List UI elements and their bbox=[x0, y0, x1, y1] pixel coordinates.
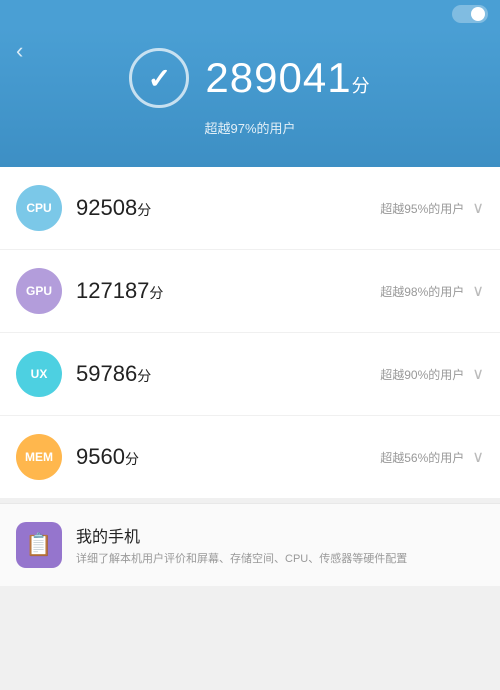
badge-cpu: CPU bbox=[16, 185, 62, 231]
chevron-icon-ux: ∨ bbox=[472, 364, 484, 384]
percentile-mem: 超越56%的用户 bbox=[380, 449, 464, 466]
back-button[interactable]: ‹ bbox=[16, 38, 23, 64]
phone-text: 我的手机 详细了解本机用户评价和屏幕、存储空间、CPU、传感器等硬件配置 bbox=[76, 523, 407, 568]
score-item-ux[interactable]: UX 59786分 超越90%的用户 ∨ bbox=[0, 333, 500, 416]
chevron-icon-mem: ∨ bbox=[472, 447, 484, 467]
toggle-knob bbox=[471, 7, 485, 21]
top-bar bbox=[0, 0, 500, 28]
score-item-cpu[interactable]: CPU 92508分 超越95%的用户 ∨ bbox=[0, 167, 500, 250]
score-row: ✓ 289041分 bbox=[129, 48, 370, 108]
check-icon: ✓ bbox=[148, 62, 171, 95]
score-value-cpu: 92508分 bbox=[76, 195, 370, 221]
badge-mem: MEM bbox=[16, 434, 62, 480]
score-unit: 分 bbox=[352, 76, 371, 96]
score-item-gpu[interactable]: GPU 127187分 超越98%的用户 ∨ bbox=[0, 250, 500, 333]
badge-ux: UX bbox=[16, 351, 62, 397]
score-subtitle: 超越97%的用户 bbox=[204, 118, 295, 137]
phone-icon-symbol: 📋 bbox=[25, 532, 52, 558]
score-value-gpu: 127187分 bbox=[76, 278, 370, 304]
theme-toggle[interactable] bbox=[452, 5, 488, 23]
score-list: CPU 92508分 超越95%的用户 ∨ GPU 127187分 超越98%的… bbox=[0, 167, 500, 499]
score-value-mem: 9560分 bbox=[76, 444, 370, 470]
percentile-cpu: 超越95%的用户 bbox=[380, 200, 464, 217]
percentile-ux: 超越90%的用户 bbox=[380, 366, 464, 383]
my-phone-title: 我的手机 bbox=[76, 523, 407, 547]
main-score-display: 289041分 bbox=[205, 54, 370, 102]
main-score-value: 289041 bbox=[205, 54, 351, 101]
score-item-mem[interactable]: MEM 9560分 超越56%的用户 ∨ bbox=[0, 416, 500, 499]
percentile-gpu: 超越98%的用户 bbox=[380, 283, 464, 300]
check-circle: ✓ bbox=[129, 48, 189, 108]
score-value-ux: 59786分 bbox=[76, 361, 370, 387]
my-phone-description: 详细了解本机用户评价和屏幕、存储空间、CPU、传感器等硬件配置 bbox=[76, 551, 407, 568]
badge-gpu: GPU bbox=[16, 268, 62, 314]
score-header: ‹ ✓ 289041分 超越97%的用户 bbox=[0, 28, 500, 167]
my-phone-section[interactable]: 📋 我的手机 详细了解本机用户评价和屏幕、存储空间、CPU、传感器等硬件配置 bbox=[0, 503, 500, 586]
phone-icon-badge: 📋 bbox=[16, 522, 62, 568]
chevron-icon-cpu: ∨ bbox=[472, 198, 484, 218]
chevron-icon-gpu: ∨ bbox=[472, 281, 484, 301]
